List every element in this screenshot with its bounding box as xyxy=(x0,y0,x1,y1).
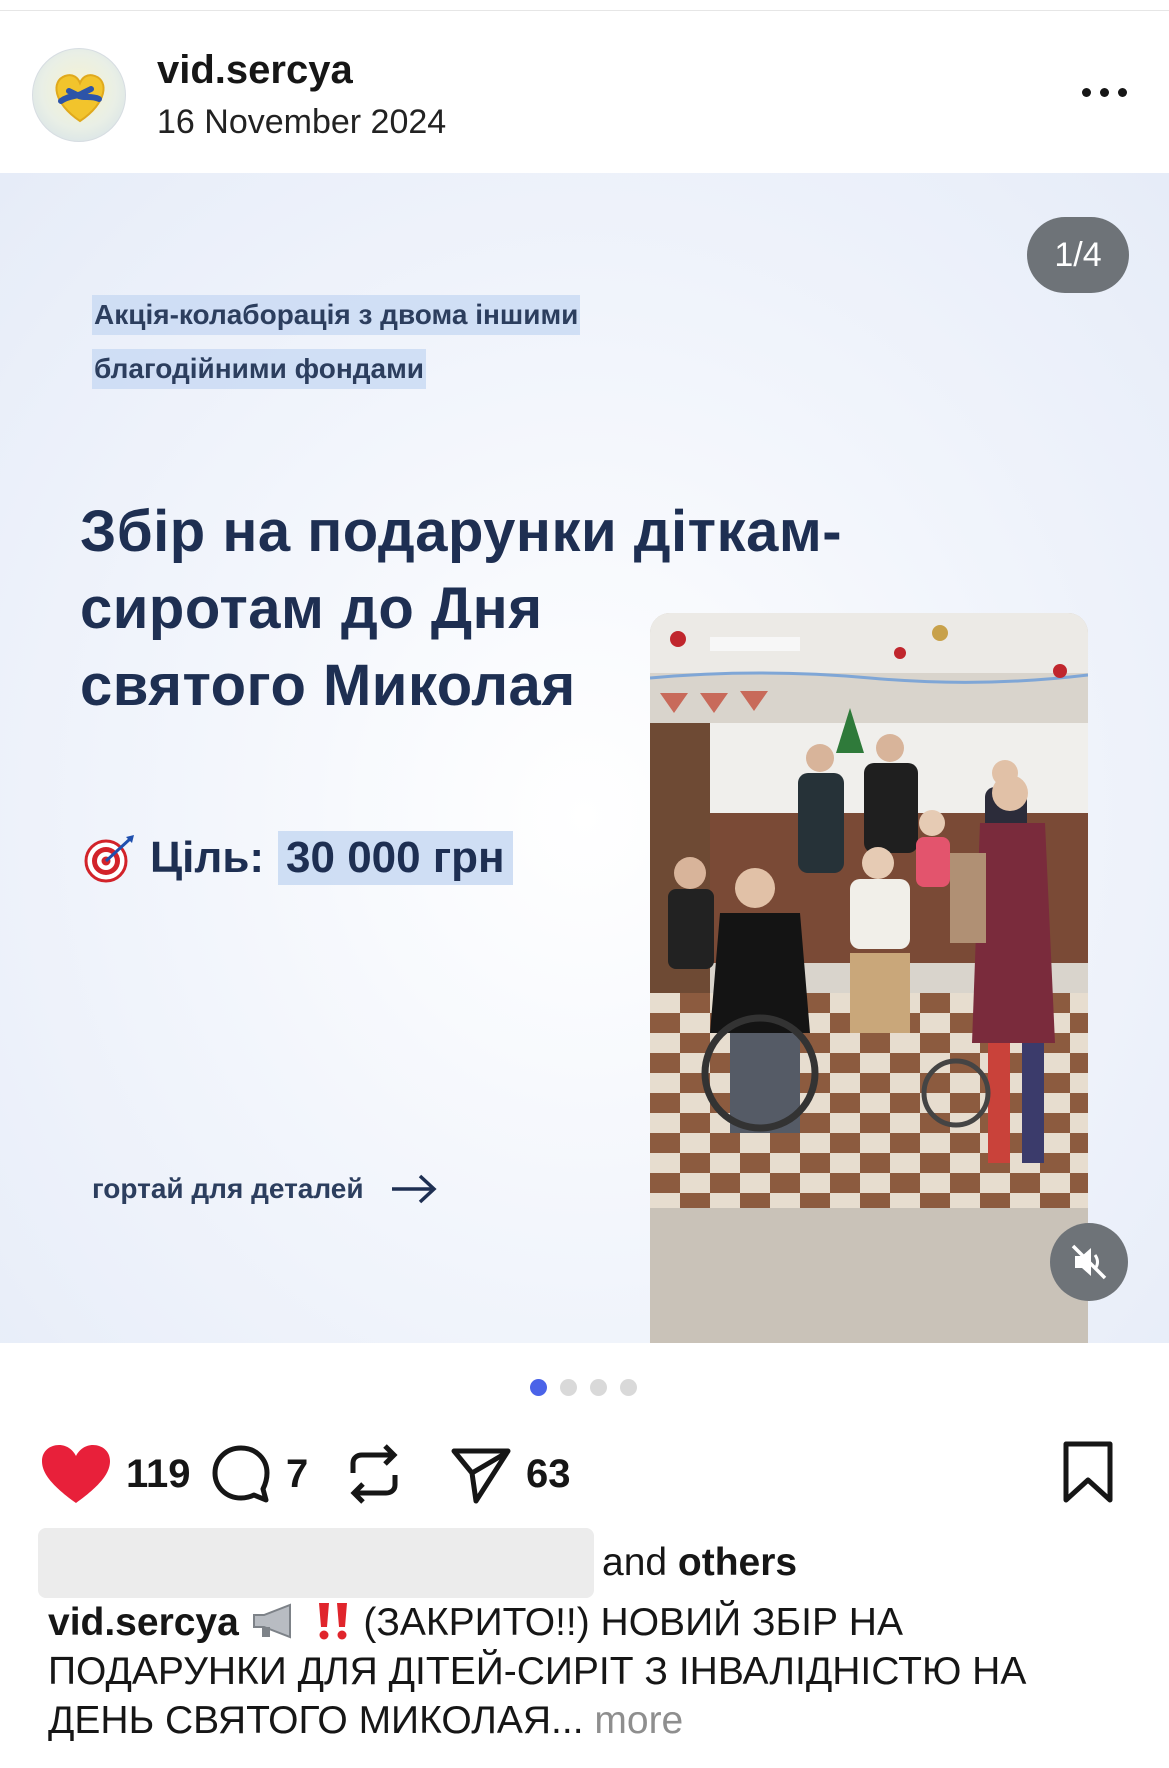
caption-text: (ЗАКРИТО!!) НОВИЙ ЗБІР НА xyxy=(363,1601,903,1644)
bookmark-icon[interactable] xyxy=(1060,1440,1116,1504)
caption-username[interactable]: vid.sercya xyxy=(48,1601,239,1644)
liked-by-others[interactable]: others xyxy=(678,1541,797,1584)
scroll-hint: гортай для деталей xyxy=(92,1173,438,1205)
caption-text: ПОДАРУНКИ ДЛЯ ДІТЕЙ-СИРІТ З ІНВАЛІДНІСТЮ… xyxy=(48,1650,1027,1693)
like-count[interactable]: 119 xyxy=(126,1452,191,1497)
comment-action: 7 xyxy=(210,1432,308,1516)
caption-text: ДЕНЬ СВЯТОГО МИКОЛАЯ... xyxy=(48,1699,584,1742)
repost-icon[interactable] xyxy=(345,1443,403,1505)
arrow-right-icon xyxy=(391,1174,437,1204)
liked-by-text: and others xyxy=(602,1541,797,1585)
slide-counter: 1/4 xyxy=(1027,217,1129,293)
send-icon[interactable] xyxy=(450,1443,512,1505)
pagination-dot[interactable] xyxy=(620,1379,637,1396)
share-count[interactable]: 63 xyxy=(526,1452,571,1497)
pagination-dot[interactable] xyxy=(560,1379,577,1396)
post-caption: vid.sercya (ЗАКРИТО!!) НОВИЙ ЗБІР НА ПОД… xyxy=(48,1598,1138,1745)
heart-hands-logo-icon xyxy=(55,74,105,123)
target-dart-icon xyxy=(84,835,134,883)
carousel-pagination xyxy=(530,1379,650,1396)
goal-label: Ціль: xyxy=(150,833,265,882)
post-actions: 119 7 63 xyxy=(40,1432,1140,1516)
megaphone-icon xyxy=(252,1603,291,1639)
goal-row: Ціль: 30 000 грн xyxy=(82,823,513,893)
mute-toggle-button[interactable] xyxy=(1050,1223,1128,1301)
liked-by-row[interactable]: and others xyxy=(38,1528,797,1598)
redacted-liker-name xyxy=(38,1528,594,1598)
more-dot-icon xyxy=(1082,88,1091,97)
like-action: 119 xyxy=(40,1432,191,1516)
profile-avatar[interactable] xyxy=(32,48,126,142)
headline-line: Збір на подарунки діткам- xyxy=(80,499,843,564)
heart-filled-icon[interactable] xyxy=(40,1443,112,1505)
liked-by-and: and xyxy=(602,1541,668,1584)
post-date: 16 November 2024 xyxy=(157,103,447,141)
carousel-slide[interactable]: 1/4 Акція-колаборація з двома іншими бла… xyxy=(0,173,1169,1343)
post-username[interactable]: vid.sercya xyxy=(157,48,353,93)
scroll-hint-text: гортай для деталей xyxy=(92,1173,364,1204)
repost-action[interactable] xyxy=(345,1432,403,1516)
speaker-muted-icon xyxy=(1071,1244,1107,1280)
slide-tag-line: благодійними фондами xyxy=(92,349,426,389)
goal-value: 30 000 грн xyxy=(278,831,513,885)
pagination-dot-active[interactable] xyxy=(530,1379,547,1396)
comment-bubble-icon[interactable] xyxy=(210,1443,272,1505)
top-divider xyxy=(0,10,1169,11)
pagination-dot[interactable] xyxy=(590,1379,607,1396)
comment-count[interactable]: 7 xyxy=(286,1452,308,1497)
share-action: 63 xyxy=(450,1432,571,1516)
slide-tag-line: Акція-колаборація з двома іншими xyxy=(92,295,581,335)
children-photo xyxy=(650,613,1088,1343)
more-options-button[interactable] xyxy=(1068,72,1132,112)
caption-more-link[interactable]: more xyxy=(594,1699,683,1742)
double-exclamation-icon xyxy=(318,1603,347,1640)
more-dot-icon xyxy=(1118,88,1127,97)
more-dot-icon xyxy=(1100,88,1109,97)
